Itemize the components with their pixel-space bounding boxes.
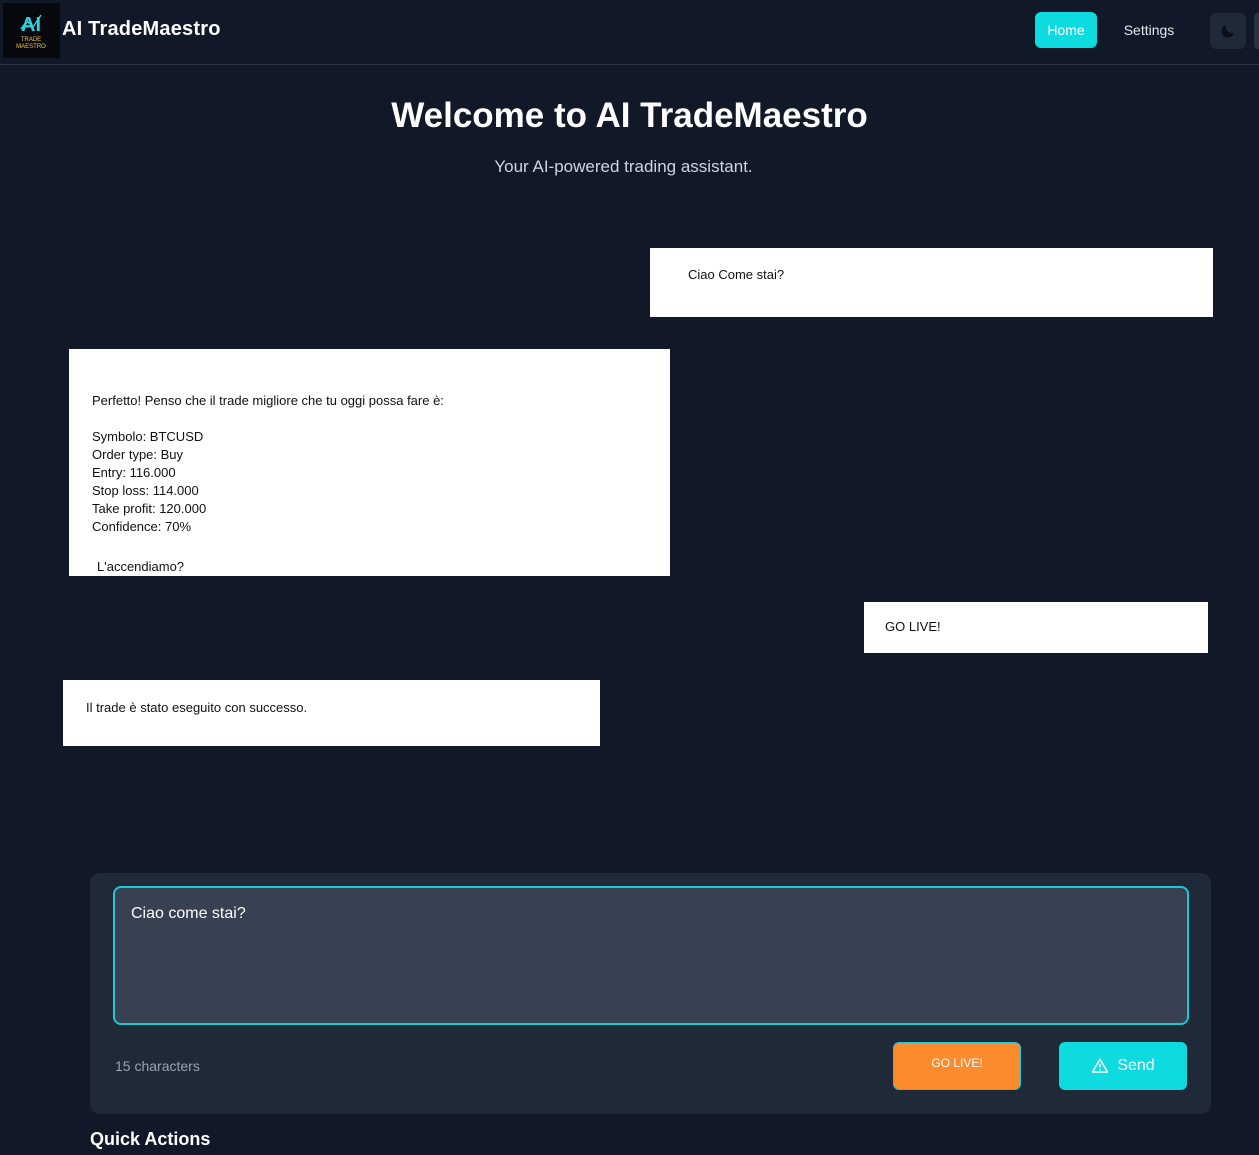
- app-logo[interactable]: AI TRADE MAESTRO: [3, 3, 60, 58]
- message-input[interactable]: [113, 886, 1189, 1025]
- send-button[interactable]: Send: [1059, 1042, 1187, 1090]
- warning-triangle-icon: [1092, 1058, 1109, 1073]
- quick-actions-title: Quick Actions: [90, 1129, 211, 1149]
- assistant-message: Perfetto! Penso che il trade migliore ch…: [69, 349, 670, 576]
- assistant-message-text: Perfetto! Penso che il trade migliore ch…: [92, 393, 444, 534]
- assistant-message-closing: L'accendiamo?: [97, 559, 185, 574]
- svg-text:MAESTRO: MAESTRO: [16, 44, 46, 50]
- nav-home-button[interactable]: Home: [1035, 12, 1097, 48]
- menu-edge[interactable]: [1254, 13, 1259, 49]
- user-message: GO LIVE!: [864, 602, 1208, 653]
- theme-toggle-button[interactable]: [1210, 13, 1246, 49]
- brand-name[interactable]: AI TradeMaestro: [62, 18, 221, 41]
- go-live-button[interactable]: GO LIVE!: [893, 1042, 1021, 1090]
- send-button-label: Send: [1117, 1057, 1155, 1074]
- moon-icon: [1221, 25, 1234, 38]
- page-subtitle: Your AI-powered trading assistant.: [494, 157, 753, 176]
- page-title: Welcome to AI TradeMaestro: [391, 96, 868, 135]
- character-count: 15 characters: [115, 1058, 200, 1074]
- nav-settings-link[interactable]: Settings: [1113, 12, 1185, 48]
- user-message: Ciao Come stai?: [650, 248, 1213, 317]
- chat-composer: 15 characters GO LIVE! Send: [90, 873, 1211, 1114]
- top-navbar: AI TRADE MAESTRO AI TradeMaestro Home Se…: [0, 0, 1259, 65]
- svg-text:TRADE: TRADE: [21, 37, 41, 43]
- assistant-message: Il trade è stato eseguito con successo.: [63, 680, 600, 746]
- logo-mark-icon: AI TRADE MAESTRO: [16, 14, 46, 50]
